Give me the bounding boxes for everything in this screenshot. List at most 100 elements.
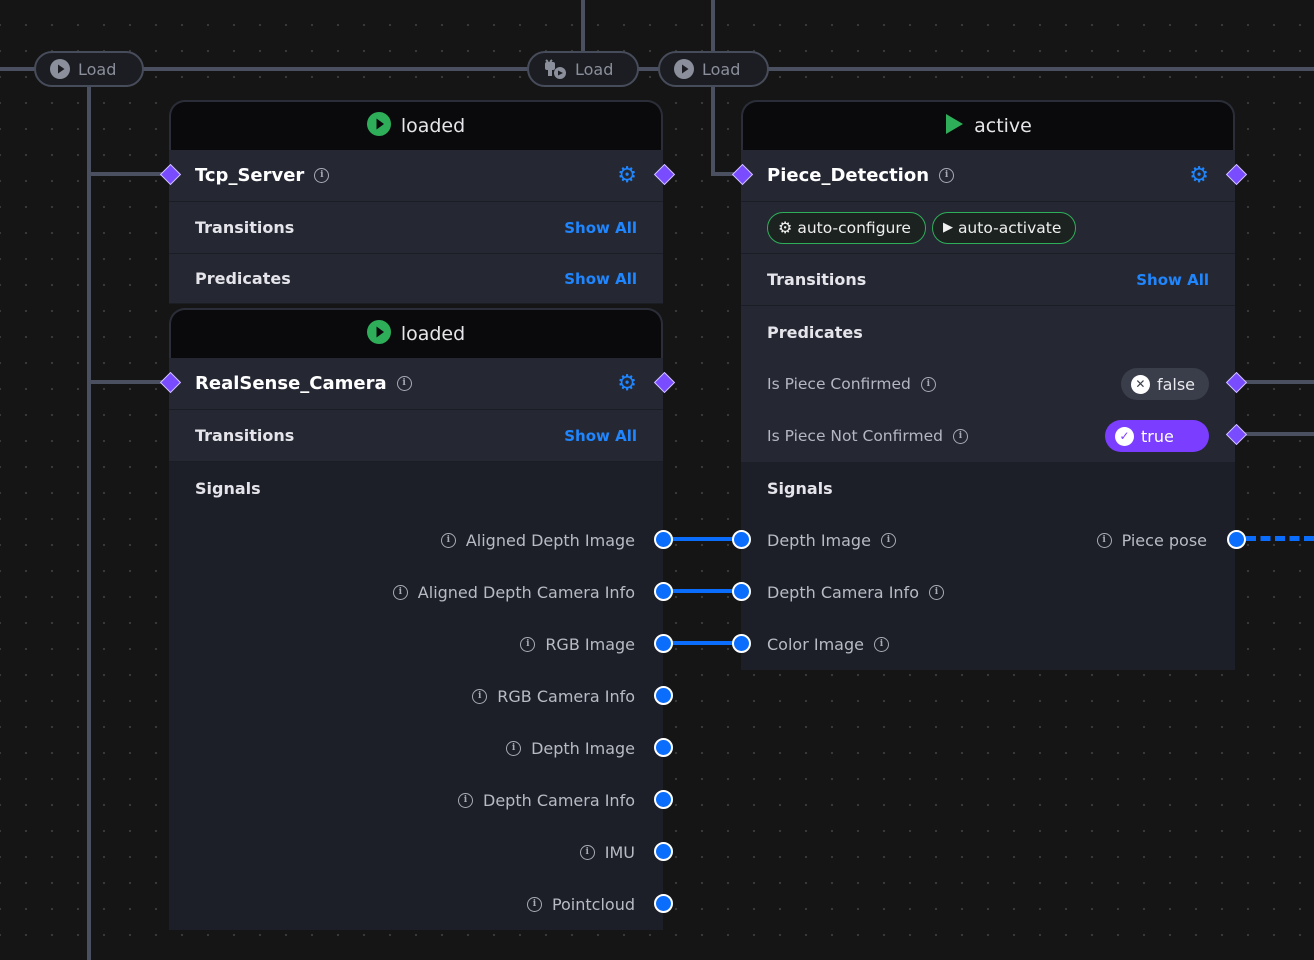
play-circle-icon	[50, 59, 70, 79]
signal-row: Depth Image i i Piece pose	[741, 514, 1235, 566]
signal-port-out[interactable]	[654, 842, 673, 861]
show-all-transitions-link[interactable]: Show All	[564, 219, 637, 237]
transitions-row: Transitions Show All	[741, 254, 1235, 306]
play-circle-icon	[366, 319, 391, 349]
info-icon[interactable]: i	[939, 168, 955, 183]
check-circle-icon: ✓	[1115, 426, 1134, 446]
predicate-label: Is Piece Not Confirmed	[767, 427, 943, 445]
signal-label: Depth Camera Info	[483, 790, 635, 810]
wire-to-camera	[87, 380, 167, 384]
info-icon[interactable]: i	[520, 636, 536, 652]
signal-wire-dashed	[1246, 536, 1314, 541]
signal-row: i IMU	[169, 826, 663, 878]
play-icon	[944, 113, 964, 140]
wire-pred-out-2	[1244, 432, 1314, 436]
signal-row: i Aligned Depth Image	[169, 514, 663, 566]
signal-label: Depth Image	[531, 738, 635, 758]
auto-configure-button[interactable]: ⚙ auto-configure	[767, 211, 926, 244]
info-icon[interactable]: i	[1096, 532, 1112, 548]
signal-port-out[interactable]	[654, 634, 673, 653]
signal-row: i Aligned Depth Camera Info	[169, 566, 663, 618]
signal-row: i Depth Image	[169, 722, 663, 774]
info-icon[interactable]: i	[952, 428, 968, 444]
predicate-value-badge: ✓ true	[1105, 420, 1209, 452]
node-tcp-server[interactable]: loaded Tcp_Server i ⚙ Transitions Show A…	[169, 100, 663, 304]
play-circle-icon	[366, 111, 391, 141]
transitions-label: Transitions	[767, 270, 867, 289]
signals-header-row: Signals	[169, 462, 663, 514]
signal-label: RGB Camera Info	[497, 686, 635, 706]
signal-port-out[interactable]	[654, 790, 673, 809]
load-button-right[interactable]: Load	[658, 51, 769, 87]
node-status-header: loaded	[169, 100, 663, 150]
predicates-label: Predicates	[195, 269, 291, 288]
auto-activate-button[interactable]: ▶ auto-activate	[931, 211, 1077, 244]
play-circle-icon	[674, 59, 694, 79]
wire-left-vertical	[87, 86, 91, 960]
info-icon[interactable]: i	[526, 896, 542, 912]
gear-icon[interactable]: ⚙	[1189, 164, 1209, 187]
signal-label: Piece pose	[1121, 530, 1207, 550]
signal-port-out[interactable]	[1227, 530, 1246, 549]
load-button-middle[interactable]: Load	[527, 51, 639, 87]
signal-port-in[interactable]	[732, 634, 751, 653]
signal-port-out[interactable]	[654, 738, 673, 757]
signal-row: i RGB Image	[169, 618, 663, 670]
predicate-value: true	[1141, 426, 1174, 446]
gear-icon: ⚙	[778, 218, 793, 237]
signal-row: i Pointcloud	[169, 878, 663, 930]
predicate-row: Is Piece Confirmed i ✕ false	[741, 358, 1235, 410]
node-status-header: loaded	[169, 308, 663, 358]
play-icon: ▶	[942, 220, 953, 235]
signal-port-out[interactable]	[654, 530, 673, 549]
predicate-label: Is Piece Confirmed	[767, 375, 911, 393]
wire-pred-out-1	[1244, 380, 1314, 384]
signal-label: Pointcloud	[551, 894, 635, 914]
predicate-row: Is Piece Not Confirmed i ✓ true	[741, 410, 1235, 462]
show-all-predicates-link[interactable]: Show All	[564, 270, 637, 288]
info-icon[interactable]: i	[458, 792, 474, 808]
signal-label: Color Image	[767, 634, 864, 654]
info-icon[interactable]: i	[928, 584, 944, 600]
info-icon[interactable]: i	[920, 376, 936, 392]
gear-icon[interactable]: ⚙	[617, 372, 637, 395]
signal-port-in[interactable]	[732, 582, 751, 601]
show-all-transitions-link[interactable]: Show All	[1136, 271, 1209, 289]
node-title-row[interactable]: Piece_Detection i ⚙	[741, 150, 1235, 202]
node-piece-detection[interactable]: active Piece_Detection i ⚙ ⚙ auto-config…	[741, 100, 1235, 670]
predicates-row: Predicates Show All	[169, 254, 663, 304]
signal-port-out[interactable]	[654, 582, 673, 601]
info-icon[interactable]: i	[873, 636, 889, 652]
signal-label: RGB Image	[545, 634, 635, 654]
node-status-header: active	[741, 100, 1235, 150]
wire-top-vertical-2	[711, 0, 715, 52]
info-icon[interactable]: i	[392, 584, 408, 600]
info-icon[interactable]: i	[506, 740, 522, 756]
show-all-transitions-link[interactable]: Show All	[564, 427, 637, 445]
node-status-label: loaded	[400, 323, 466, 345]
signal-port-out[interactable]	[654, 686, 673, 705]
info-icon[interactable]: i	[396, 376, 412, 391]
load-label: Load	[78, 59, 117, 79]
load-button-left[interactable]: Load	[34, 51, 144, 87]
signal-row: i Depth Camera Info	[169, 774, 663, 826]
x-circle-icon: ✕	[1130, 374, 1150, 394]
info-icon[interactable]: i	[440, 532, 456, 548]
node-title-row[interactable]: RealSense_Camera i ⚙	[169, 358, 663, 410]
auto-activate-label: auto-activate	[957, 218, 1062, 237]
info-icon[interactable]: i	[579, 844, 595, 860]
info-icon[interactable]: i	[880, 532, 896, 548]
gear-icon[interactable]: ⚙	[617, 164, 637, 187]
node-realsense-camera[interactable]: loaded RealSense_Camera i ⚙ Transitions …	[169, 308, 663, 930]
node-name: RealSense_Camera	[195, 373, 387, 394]
signals-header-row: Signals	[741, 462, 1235, 514]
transitions-label: Transitions	[195, 218, 295, 237]
auto-configure-label: auto-configure	[797, 218, 911, 237]
signal-port-out[interactable]	[654, 894, 673, 913]
node-title-row[interactable]: Tcp_Server i ⚙	[169, 150, 663, 202]
signal-port-in[interactable]	[732, 530, 751, 549]
info-icon[interactable]: i	[314, 168, 330, 183]
signal-row: Depth Camera Info i	[741, 566, 1235, 618]
node-status-label: active	[974, 115, 1032, 137]
info-icon[interactable]: i	[472, 688, 488, 704]
